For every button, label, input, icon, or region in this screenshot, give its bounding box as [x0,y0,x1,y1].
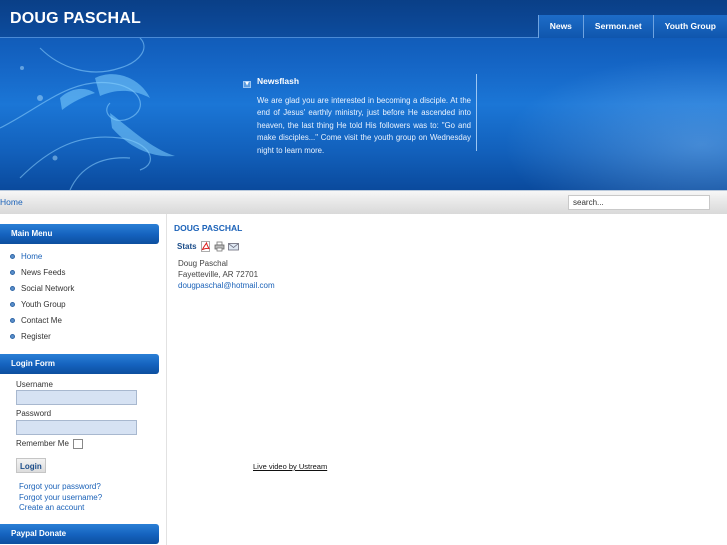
remember-me-label: Remember Me [16,439,69,448]
bullet-icon [10,333,15,339]
menu-item-home[interactable]: Home [10,248,74,264]
menu-item-social-network[interactable]: Social Network [10,280,74,296]
bullet-icon [10,285,15,291]
login-button[interactable]: Login [16,458,46,473]
stats-toolbar: Stats [177,241,242,252]
contact-email-link[interactable]: dougpaschal@hotmail.com [178,280,275,291]
bullet-icon [10,269,15,275]
topnav-sermon-net[interactable]: Sermon.net [582,15,653,38]
print-icon[interactable] [214,241,225,252]
login-form-header: Login Form [0,354,159,374]
login-form-title: Login Form [11,359,55,368]
site-title[interactable]: DOUG PASCHAL [10,10,141,28]
newsflash-text: We are glad you are interested in becomi… [257,96,471,155]
decorative-swirl-graphic [0,38,175,190]
menu-item-contact-me[interactable]: Contact Me [10,312,74,328]
contact-name: Doug Paschal [178,259,228,268]
topnav-news[interactable]: News [537,15,583,38]
username-label: Username [16,380,53,389]
paypal-donate-header: Paypal Donate [0,524,159,544]
menu-item-news-feeds[interactable]: News Feeds [10,264,74,280]
site-header: DOUG PASCHAL News Sermon.net Youth Group… [0,0,727,190]
top-navigation: News Sermon.net Youth Group [537,15,727,38]
menu-item-register[interactable]: Register [10,328,74,344]
newsflash-bullet-icon: ▼ [243,81,251,88]
topnav-youth-group[interactable]: Youth Group [652,15,727,38]
header-top-bar: DOUG PASCHAL News Sermon.net Youth Group [0,0,727,38]
page-title: DOUG PASCHAL [174,223,243,233]
newsflash-title: Newsflash [257,76,300,86]
contact-location: Fayetteville, AR 72701 [178,270,259,279]
main-menu-title: Main Menu [11,229,53,238]
main-menu-header: Main Menu [0,224,159,244]
breadcrumb-bar: Home [0,190,727,214]
menu-item-youth-group[interactable]: Youth Group [10,296,74,312]
header-light-glow [470,40,727,190]
create-account-link[interactable]: Create an account [19,503,84,512]
email-icon[interactable] [227,241,239,252]
contact-info: Doug Paschal Fayetteville, AR 72701 doug… [178,258,275,291]
forgot-password-link[interactable]: Forgot your password? [19,482,101,491]
left-sidebar: Main Menu Home News Feeds Social Network… [0,214,167,545]
bullet-icon [10,301,15,307]
paypal-donate-title: Paypal Donate [11,529,67,538]
password-field[interactable] [16,420,137,435]
username-field[interactable] [16,390,137,405]
breadcrumb-home[interactable]: Home [0,197,23,207]
stats-link[interactable]: Stats [177,242,197,251]
bullet-icon [10,253,15,259]
password-label: Password [16,409,52,418]
newsflash-divider [476,74,477,151]
live-video-link[interactable]: Live video by Ustream [253,462,327,471]
bullet-icon [10,317,15,323]
remember-me-checkbox[interactable] [73,439,83,449]
main-menu: Home News Feeds Social Network Youth Gro… [10,248,74,344]
forgot-username-link[interactable]: Forgot your username? [19,493,102,502]
search-input[interactable] [568,195,710,210]
pdf-icon[interactable] [200,241,211,252]
